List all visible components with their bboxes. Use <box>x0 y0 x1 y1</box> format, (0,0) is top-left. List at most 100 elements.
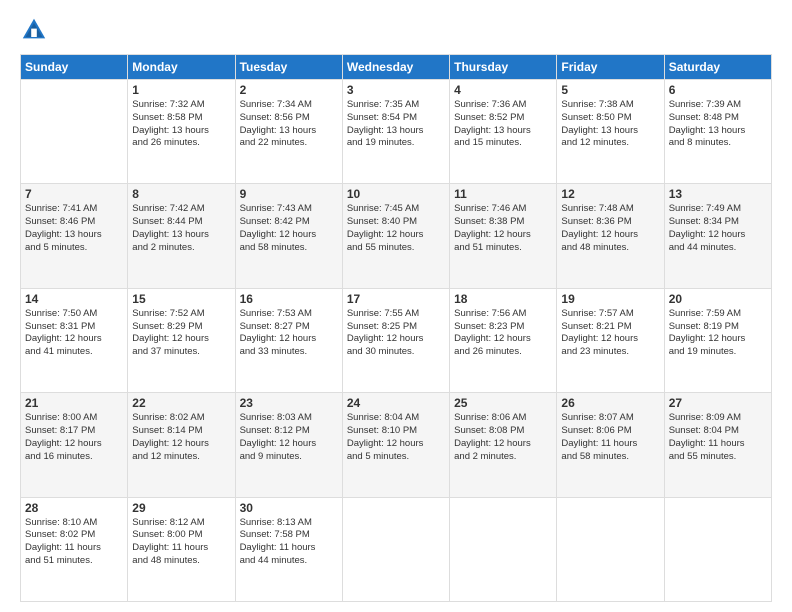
day-number: 6 <box>669 83 767 97</box>
day-info: Sunrise: 7:49 AM Sunset: 8:34 PM Dayligh… <box>669 203 767 254</box>
day-number: 8 <box>132 187 230 201</box>
day-number: 22 <box>132 396 230 410</box>
day-info: Sunrise: 7:55 AM Sunset: 8:25 PM Dayligh… <box>347 308 445 359</box>
day-number: 26 <box>561 396 659 410</box>
day-info: Sunrise: 8:09 AM Sunset: 8:04 PM Dayligh… <box>669 412 767 463</box>
calendar-cell: 28 Sunrise: 8:10 AM Sunset: 8:02 PM Dayli… <box>21 497 128 601</box>
day-number: 10 <box>347 187 445 201</box>
day-info: Sunrise: 7:36 AM Sunset: 8:52 PM Dayligh… <box>454 99 552 150</box>
calendar-cell: 19 Sunrise: 7:57 AM Sunset: 8:21 PM Dayli… <box>557 288 664 392</box>
header <box>20 16 772 44</box>
day-info: Sunrise: 8:10 AM Sunset: 8:02 PM Dayligh… <box>25 517 123 568</box>
day-number: 27 <box>669 396 767 410</box>
calendar-day-header: Sunday <box>21 55 128 80</box>
calendar-cell: 9 Sunrise: 7:43 AM Sunset: 8:42 PM Daylig… <box>235 184 342 288</box>
day-info: Sunrise: 7:32 AM Sunset: 8:58 PM Dayligh… <box>132 99 230 150</box>
day-info: Sunrise: 7:42 AM Sunset: 8:44 PM Dayligh… <box>132 203 230 254</box>
calendar-week-row: 14 Sunrise: 7:50 AM Sunset: 8:31 PM Dayli… <box>21 288 772 392</box>
calendar-cell: 14 Sunrise: 7:50 AM Sunset: 8:31 PM Dayli… <box>21 288 128 392</box>
day-info: Sunrise: 7:48 AM Sunset: 8:36 PM Dayligh… <box>561 203 659 254</box>
calendar-cell <box>664 497 771 601</box>
day-info: Sunrise: 7:52 AM Sunset: 8:29 PM Dayligh… <box>132 308 230 359</box>
day-info: Sunrise: 8:04 AM Sunset: 8:10 PM Dayligh… <box>347 412 445 463</box>
day-info: Sunrise: 7:50 AM Sunset: 8:31 PM Dayligh… <box>25 308 123 359</box>
day-info: Sunrise: 8:06 AM Sunset: 8:08 PM Dayligh… <box>454 412 552 463</box>
calendar-week-row: 1 Sunrise: 7:32 AM Sunset: 8:58 PM Daylig… <box>21 80 772 184</box>
page: SundayMondayTuesdayWednesdayThursdayFrid… <box>0 0 792 612</box>
calendar-cell: 18 Sunrise: 7:56 AM Sunset: 8:23 PM Dayli… <box>450 288 557 392</box>
day-info: Sunrise: 8:02 AM Sunset: 8:14 PM Dayligh… <box>132 412 230 463</box>
calendar-table: SundayMondayTuesdayWednesdayThursdayFrid… <box>20 54 772 602</box>
calendar-cell <box>450 497 557 601</box>
calendar-day-header: Wednesday <box>342 55 449 80</box>
day-info: Sunrise: 8:12 AM Sunset: 8:00 PM Dayligh… <box>132 517 230 568</box>
day-info: Sunrise: 7:38 AM Sunset: 8:50 PM Dayligh… <box>561 99 659 150</box>
calendar-cell: 24 Sunrise: 8:04 AM Sunset: 8:10 PM Dayli… <box>342 393 449 497</box>
day-number: 29 <box>132 501 230 515</box>
day-info: Sunrise: 8:00 AM Sunset: 8:17 PM Dayligh… <box>25 412 123 463</box>
logo <box>20 16 52 44</box>
calendar-cell: 26 Sunrise: 8:07 AM Sunset: 8:06 PM Dayli… <box>557 393 664 497</box>
day-number: 16 <box>240 292 338 306</box>
calendar-cell: 30Sunrise: 8:13 AM Sunset: 7:58 PM Dayli… <box>235 497 342 601</box>
day-info: Sunrise: 8:03 AM Sunset: 8:12 PM Dayligh… <box>240 412 338 463</box>
day-info: Sunrise: 7:45 AM Sunset: 8:40 PM Dayligh… <box>347 203 445 254</box>
day-number: 24 <box>347 396 445 410</box>
day-info: Sunrise: 7:46 AM Sunset: 8:38 PM Dayligh… <box>454 203 552 254</box>
day-number: 1 <box>132 83 230 97</box>
day-info: Sunrise: 7:39 AM Sunset: 8:48 PM Dayligh… <box>669 99 767 150</box>
day-info: Sunrise: 7:57 AM Sunset: 8:21 PM Dayligh… <box>561 308 659 359</box>
day-number: 23 <box>240 396 338 410</box>
day-number: 14 <box>25 292 123 306</box>
calendar-cell: 13 Sunrise: 7:49 AM Sunset: 8:34 PM Dayli… <box>664 184 771 288</box>
day-info: Sunrise: 7:35 AM Sunset: 8:54 PM Dayligh… <box>347 99 445 150</box>
calendar-cell: 2Sunrise: 7:34 AM Sunset: 8:56 PM Daylig… <box>235 80 342 184</box>
calendar-day-header: Friday <box>557 55 664 80</box>
day-number: 4 <box>454 83 552 97</box>
calendar-cell: 4 Sunrise: 7:36 AM Sunset: 8:52 PM Daylig… <box>450 80 557 184</box>
day-number: 15 <box>132 292 230 306</box>
calendar-cell: 17Sunrise: 7:55 AM Sunset: 8:25 PM Dayli… <box>342 288 449 392</box>
calendar-day-header: Saturday <box>664 55 771 80</box>
calendar-cell: 27 Sunrise: 8:09 AM Sunset: 8:04 PM Dayli… <box>664 393 771 497</box>
calendar-cell: 29 Sunrise: 8:12 AM Sunset: 8:00 PM Dayli… <box>128 497 235 601</box>
day-number: 7 <box>25 187 123 201</box>
calendar-cell <box>557 497 664 601</box>
day-number: 30 <box>240 501 338 515</box>
day-number: 3 <box>347 83 445 97</box>
calendar-cell: 6 Sunrise: 7:39 AM Sunset: 8:48 PM Daylig… <box>664 80 771 184</box>
logo-icon <box>20 16 48 44</box>
calendar-cell: 3 Sunrise: 7:35 AM Sunset: 8:54 PM Daylig… <box>342 80 449 184</box>
calendar-week-row: 7Sunrise: 7:41 AM Sunset: 8:46 PM Daylig… <box>21 184 772 288</box>
day-number: 20 <box>669 292 767 306</box>
calendar-cell: 22 Sunrise: 8:02 AM Sunset: 8:14 PM Dayli… <box>128 393 235 497</box>
calendar-day-header: Thursday <box>450 55 557 80</box>
day-number: 12 <box>561 187 659 201</box>
calendar-cell: 25Sunrise: 8:06 AM Sunset: 8:08 PM Dayli… <box>450 393 557 497</box>
calendar-week-row: 28 Sunrise: 8:10 AM Sunset: 8:02 PM Dayli… <box>21 497 772 601</box>
day-number: 19 <box>561 292 659 306</box>
calendar-day-header: Monday <box>128 55 235 80</box>
day-info: Sunrise: 7:56 AM Sunset: 8:23 PM Dayligh… <box>454 308 552 359</box>
day-info: Sunrise: 7:53 AM Sunset: 8:27 PM Dayligh… <box>240 308 338 359</box>
day-number: 13 <box>669 187 767 201</box>
calendar-cell <box>21 80 128 184</box>
day-number: 9 <box>240 187 338 201</box>
day-number: 5 <box>561 83 659 97</box>
calendar-cell: 8 Sunrise: 7:42 AM Sunset: 8:44 PM Daylig… <box>128 184 235 288</box>
calendar-day-header: Tuesday <box>235 55 342 80</box>
day-number: 11 <box>454 187 552 201</box>
calendar-cell: 11 Sunrise: 7:46 AM Sunset: 8:38 PM Dayli… <box>450 184 557 288</box>
day-info: Sunrise: 7:43 AM Sunset: 8:42 PM Dayligh… <box>240 203 338 254</box>
calendar-cell: 15 Sunrise: 7:52 AM Sunset: 8:29 PM Dayli… <box>128 288 235 392</box>
calendar-cell: 1 Sunrise: 7:32 AM Sunset: 8:58 PM Daylig… <box>128 80 235 184</box>
day-number: 21 <box>25 396 123 410</box>
day-number: 18 <box>454 292 552 306</box>
calendar-cell: 12 Sunrise: 7:48 AM Sunset: 8:36 PM Dayli… <box>557 184 664 288</box>
calendar-cell <box>342 497 449 601</box>
calendar-cell: 23 Sunrise: 8:03 AM Sunset: 8:12 PM Dayli… <box>235 393 342 497</box>
calendar-cell: 16 Sunrise: 7:53 AM Sunset: 8:27 PM Dayli… <box>235 288 342 392</box>
day-number: 28 <box>25 501 123 515</box>
calendar-cell: 7Sunrise: 7:41 AM Sunset: 8:46 PM Daylig… <box>21 184 128 288</box>
day-info: Sunrise: 8:07 AM Sunset: 8:06 PM Dayligh… <box>561 412 659 463</box>
